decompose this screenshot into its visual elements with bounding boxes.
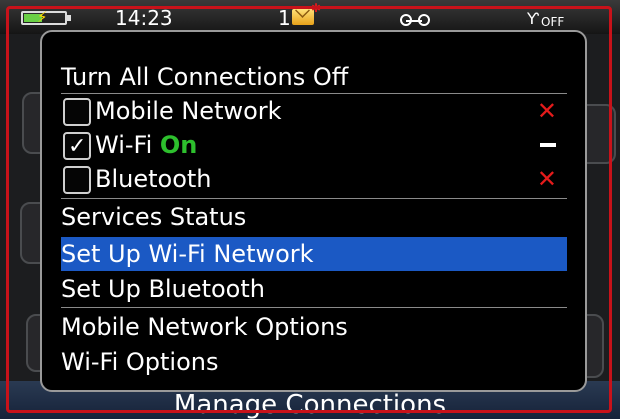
divider: [61, 307, 567, 308]
menu-item-label: Bluetooth: [95, 165, 212, 193]
menu-item-wifi-options[interactable]: Wi-Fi Options: [61, 345, 567, 379]
charging-icon: ⚡: [37, 8, 48, 26]
menu-item-label: Mobile Network: [95, 97, 282, 125]
divider: [61, 198, 567, 199]
check-icon: ✓: [68, 134, 87, 159]
battery-icon: ⚡: [21, 8, 71, 26]
menu-item-label: Wi-Fi: [95, 131, 153, 159]
disabled-x-icon: ✕: [536, 97, 557, 125]
mobile-network-checkbox[interactable]: [63, 98, 91, 126]
connections-menu: Turn All Connections Off Mobile Network …: [40, 30, 587, 392]
menu-item-turn-all-off[interactable]: Turn All Connections Off: [61, 60, 567, 94]
menu-item-label: Wi-Fi Options: [61, 348, 219, 376]
bluetooth-checkbox[interactable]: [63, 166, 91, 194]
menu-item-label: Mobile Network Options: [61, 313, 348, 341]
menu-item-label-group: Wi-Fi On: [95, 128, 197, 162]
voicemail-icon: [400, 14, 430, 26]
signal-status: OFF: [541, 15, 565, 29]
menu-item-services-status[interactable]: Services Status: [61, 200, 567, 234]
dash-icon: [540, 143, 556, 147]
menu-item-label: Turn All Connections Off: [61, 63, 349, 91]
menu-item-wifi[interactable]: ✓ Wi-Fi On: [61, 128, 567, 162]
clock: 14:23: [115, 6, 173, 30]
menu-item-setup-bluetooth[interactable]: Set Up Bluetooth: [61, 272, 567, 306]
wifi-checkbox[interactable]: ✓: [63, 132, 91, 160]
new-message-icon: ✱: [292, 1, 321, 25]
menu-item-label: Set Up Wi-Fi Network: [61, 240, 314, 268]
wifi-on-status: On: [159, 131, 198, 159]
menu-item-mobile-network-options[interactable]: Mobile Network Options: [61, 310, 567, 344]
antenna-icon: Ƴ: [527, 9, 539, 28]
message-count: 1: [278, 6, 291, 30]
menu-item-label: Services Status: [61, 203, 247, 231]
menu-item-mobile-network[interactable]: Mobile Network ✕: [61, 94, 567, 128]
menu-item-setup-wifi[interactable]: Set Up Wi-Fi Network: [61, 237, 567, 271]
menu-item-bluetooth[interactable]: Bluetooth ✕: [61, 162, 567, 196]
disabled-x-icon: ✕: [536, 165, 557, 193]
menu-item-label: Set Up Bluetooth: [61, 275, 265, 303]
status-bar: ⚡ 14:23 1 ✱ Ƴ OFF: [0, 0, 620, 34]
